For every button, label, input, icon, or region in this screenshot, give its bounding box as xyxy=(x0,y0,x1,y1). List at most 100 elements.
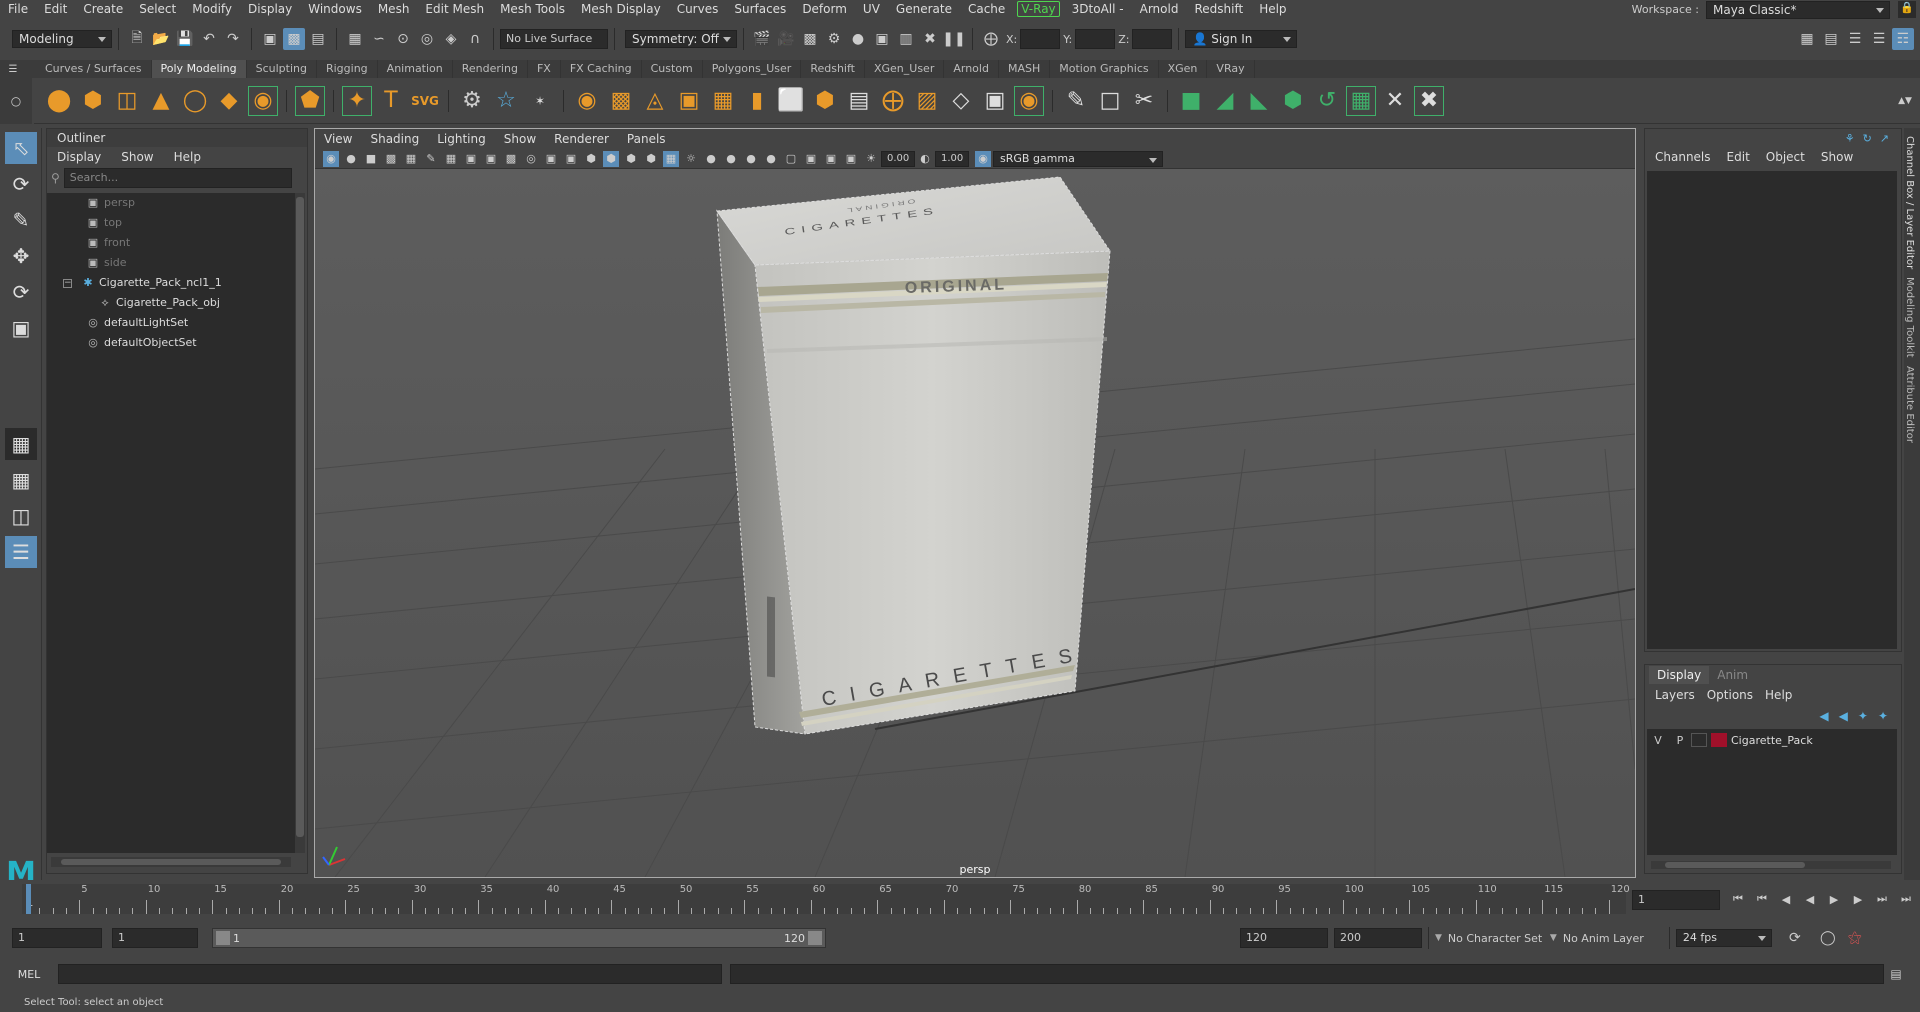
refresh-icon[interactable]: ↻ xyxy=(1863,132,1872,145)
outliner-vscroll-thumb[interactable] xyxy=(296,197,304,837)
separate-icon[interactable]: ▩ xyxy=(606,86,636,116)
character-set-icon[interactable]: ▼ xyxy=(1435,933,1442,943)
menu-mesh-tools[interactable]: Mesh Tools xyxy=(492,0,573,18)
select-component-icon[interactable]: ▤ xyxy=(307,28,329,50)
menu-arnold[interactable]: Arnold xyxy=(1132,0,1187,18)
modeling-toolkit-icon[interactable]: ▦ xyxy=(1796,28,1818,50)
menu-modify[interactable]: Modify xyxy=(184,0,240,18)
vray-proxy-icon[interactable]: ◢ xyxy=(1210,86,1240,116)
snap-magnet-icon[interactable]: ∩ xyxy=(464,28,486,50)
shadows-icon[interactable]: ☼ xyxy=(683,151,699,167)
loop-icon[interactable]: ⟳ xyxy=(1784,927,1806,949)
cut-uv-icon[interactable]: ✂ xyxy=(1129,86,1159,116)
lock-icon[interactable]: 🔒 xyxy=(1898,1,1916,18)
two-pane-icon[interactable]: ◫ xyxy=(5,500,37,532)
play-forward-icon[interactable]: ▶ xyxy=(1823,888,1845,910)
exposure-icon[interactable]: ☀ xyxy=(863,151,879,167)
outliner-item-front[interactable]: ▣ front xyxy=(47,233,297,253)
tab-xgen-user[interactable]: XGen_User xyxy=(865,60,945,78)
viewport-menu-view[interactable]: View xyxy=(315,129,361,149)
new-scene-icon[interactable]: 🗎 xyxy=(126,28,148,50)
outliner-menu-display[interactable]: Display xyxy=(47,147,111,167)
move-layer-up-icon[interactable]: ◀ xyxy=(1819,709,1828,723)
outliner-search-input[interactable]: Search... xyxy=(63,168,292,188)
exposure-field[interactable]: 0.00 xyxy=(881,150,915,167)
live-surface-field[interactable]: No Live Surface xyxy=(500,29,608,49)
poly-cube-icon[interactable]: ⬢ xyxy=(78,86,108,116)
menu-3dtoall[interactable]: 3DtoAll - xyxy=(1064,0,1132,18)
menu-generate[interactable]: Generate xyxy=(888,0,960,18)
menu-edit-mesh[interactable]: Edit Mesh xyxy=(417,0,492,18)
extrude-icon[interactable]: ▮ xyxy=(742,86,772,116)
menu-edit[interactable]: Edit xyxy=(36,0,75,18)
view-transform-dropdown[interactable]: sRGB gamma xyxy=(993,150,1163,167)
paint-select-icon[interactable]: ✎ xyxy=(5,204,37,236)
script-editor-icon[interactable]: ▤ xyxy=(1885,963,1907,985)
bridge-icon[interactable]: ⬜ xyxy=(776,86,806,116)
smooth-icon[interactable]: ◬ xyxy=(640,86,670,116)
outliner-item-top[interactable]: ▣ top xyxy=(47,213,297,233)
outliner-layout-icon[interactable]: ☰ xyxy=(5,536,37,568)
bookmarks-icon[interactable]: ■ xyxy=(363,151,379,167)
symmetry-dropdown[interactable]: Symmetry: Off xyxy=(625,30,737,48)
menu-redshift[interactable]: Redshift xyxy=(1186,0,1251,18)
channels-menu-edit[interactable]: Edit xyxy=(1719,147,1758,167)
move-layer-down-icon[interactable]: ◀ xyxy=(1839,709,1848,723)
menu-create[interactable]: Create xyxy=(75,0,131,18)
insert-edge-loop-icon[interactable]: ▤ xyxy=(844,86,874,116)
open-scene-icon[interactable]: 📂 xyxy=(150,28,172,50)
four-pane-icon[interactable]: ▦ xyxy=(5,464,37,496)
step-back-frame-icon[interactable]: ◀ xyxy=(1775,888,1797,910)
menu-file[interactable]: File xyxy=(0,0,36,18)
render-frame-icon[interactable]: 🎥 xyxy=(775,28,797,50)
outliner-item-persp[interactable]: ▣ persp xyxy=(47,193,297,213)
anim-prefs-icon[interactable]: ⚝ xyxy=(1844,927,1866,949)
field-chart-icon[interactable]: ◎ xyxy=(523,151,539,167)
menu-select[interactable]: Select xyxy=(131,0,184,18)
tab-poly-modeling[interactable]: Poly Modeling xyxy=(151,60,247,78)
isolate-select-icon[interactable]: ▢ xyxy=(783,151,799,167)
menu-surfaces[interactable]: Surfaces xyxy=(726,0,794,18)
motion-blur-icon[interactable]: ● xyxy=(723,151,739,167)
tab-sculpting[interactable]: Sculpting xyxy=(247,60,317,78)
vray-render-icon[interactable]: ● xyxy=(847,28,869,50)
go-to-start-icon[interactable]: ⏮ xyxy=(1727,888,1749,910)
tab-fx-caching[interactable]: FX Caching xyxy=(561,60,642,78)
tab-fx[interactable]: FX xyxy=(528,60,561,78)
pause-icon[interactable]: ❚❚ xyxy=(942,28,965,50)
select-hierarchy-icon[interactable]: ▣ xyxy=(259,28,281,50)
viewport-menu-renderer[interactable]: Renderer xyxy=(545,129,618,149)
tab-display[interactable]: Display xyxy=(1649,666,1710,684)
super-shape-icon[interactable]: ✦ xyxy=(342,85,372,116)
poly-torus-icon[interactable]: ◯ xyxy=(180,86,210,116)
scale-tool-icon[interactable]: ▣ xyxy=(5,312,37,344)
z-field[interactable] xyxy=(1132,29,1173,49)
tab-curves-surfaces[interactable]: Curves / Surfaces xyxy=(36,60,152,78)
viewport-menu-panels[interactable]: Panels xyxy=(618,129,675,149)
text-icon[interactable]: T xyxy=(376,86,406,116)
tab-modeling-toolkit[interactable]: Modeling Toolkit xyxy=(1904,277,1915,358)
transform-icon[interactable]: ⨁ xyxy=(980,28,1002,50)
camera-attributes-icon[interactable]: ● xyxy=(343,151,359,167)
gamma-icon[interactable]: ◐ xyxy=(917,151,933,167)
layers-menu-layers[interactable]: Layers xyxy=(1649,685,1701,705)
menu-uv[interactable]: UV xyxy=(855,0,888,18)
channels-menu-channels[interactable]: Channels xyxy=(1647,147,1719,167)
platonic-solid-icon[interactable]: ⬟ xyxy=(295,85,325,116)
shelf-scroll-icon[interactable]: ▲▼ xyxy=(1894,90,1916,112)
vray-env-fog-icon[interactable]: ✖ xyxy=(1414,85,1444,116)
snap-surface-icon[interactable]: ◈ xyxy=(440,28,462,50)
menu-deform[interactable]: Deform xyxy=(794,0,855,18)
vray-fur-icon[interactable]: ◣ xyxy=(1244,86,1274,116)
channel-box-icon[interactable]: ☰ xyxy=(1868,28,1890,50)
layer-hscroll-thumb[interactable] xyxy=(1665,862,1805,868)
range-start-handle[interactable] xyxy=(216,931,230,945)
layer-editor-icon[interactable]: ☶ xyxy=(1892,28,1914,50)
multisample-aa-icon[interactable]: ● xyxy=(743,151,759,167)
outliner-menu-help[interactable]: Help xyxy=(164,147,211,167)
outliner-item-default-light-set[interactable]: ◎ defaultLightSet xyxy=(47,313,297,333)
layers-menu-help[interactable]: Help xyxy=(1759,685,1798,705)
grease-pencil-icon[interactable]: ✎ xyxy=(423,151,439,167)
anim-layer-icon[interactable]: ▼ xyxy=(1550,933,1557,943)
poly-plane-icon[interactable]: ◆ xyxy=(214,86,244,116)
